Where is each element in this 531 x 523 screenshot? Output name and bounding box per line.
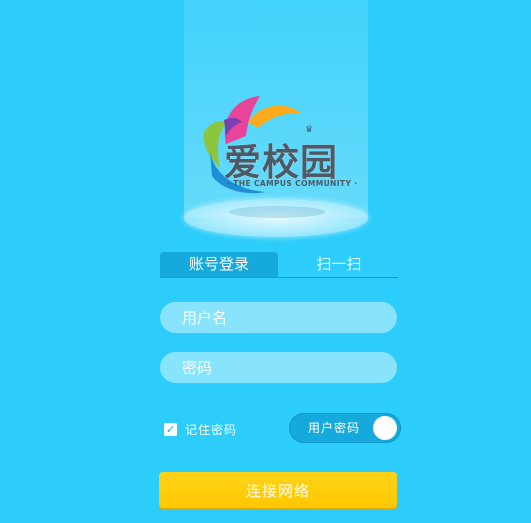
logo-tagline: · THE CAMPUS COMMUNITY · xyxy=(227,179,358,188)
remember-password[interactable]: ✓ 记住密码 xyxy=(164,421,237,437)
crown-icon: ♛ xyxy=(305,125,314,135)
remember-label: 记住密码 xyxy=(185,422,238,437)
tab-account-login[interactable]: 账号登录 xyxy=(160,252,278,277)
logo-wordmark: 爱校园 xyxy=(224,141,338,184)
logo-pedestal xyxy=(184,199,368,237)
tab-underline xyxy=(160,277,398,278)
connect-network-button[interactable]: 连接网络 xyxy=(159,472,397,508)
login-tabs: 账号登录 扫一扫 xyxy=(160,252,398,278)
remember-checkbox[interactable]: ✓ xyxy=(164,422,177,436)
toggle-label: 用户密码 xyxy=(308,421,361,435)
password-input[interactable] xyxy=(160,352,397,383)
username-input[interactable] xyxy=(160,302,397,333)
toggle-knob[interactable] xyxy=(373,416,397,440)
login-screen: 爱校园 ♛ · THE CAMPUS COMMUNITY · 账号登录 扫一扫 … xyxy=(0,0,531,523)
user-password-toggle[interactable]: 用户密码 xyxy=(289,413,401,443)
tab-scan-qr[interactable]: 扫一扫 xyxy=(280,252,398,277)
pedestal-shadow xyxy=(229,206,325,218)
